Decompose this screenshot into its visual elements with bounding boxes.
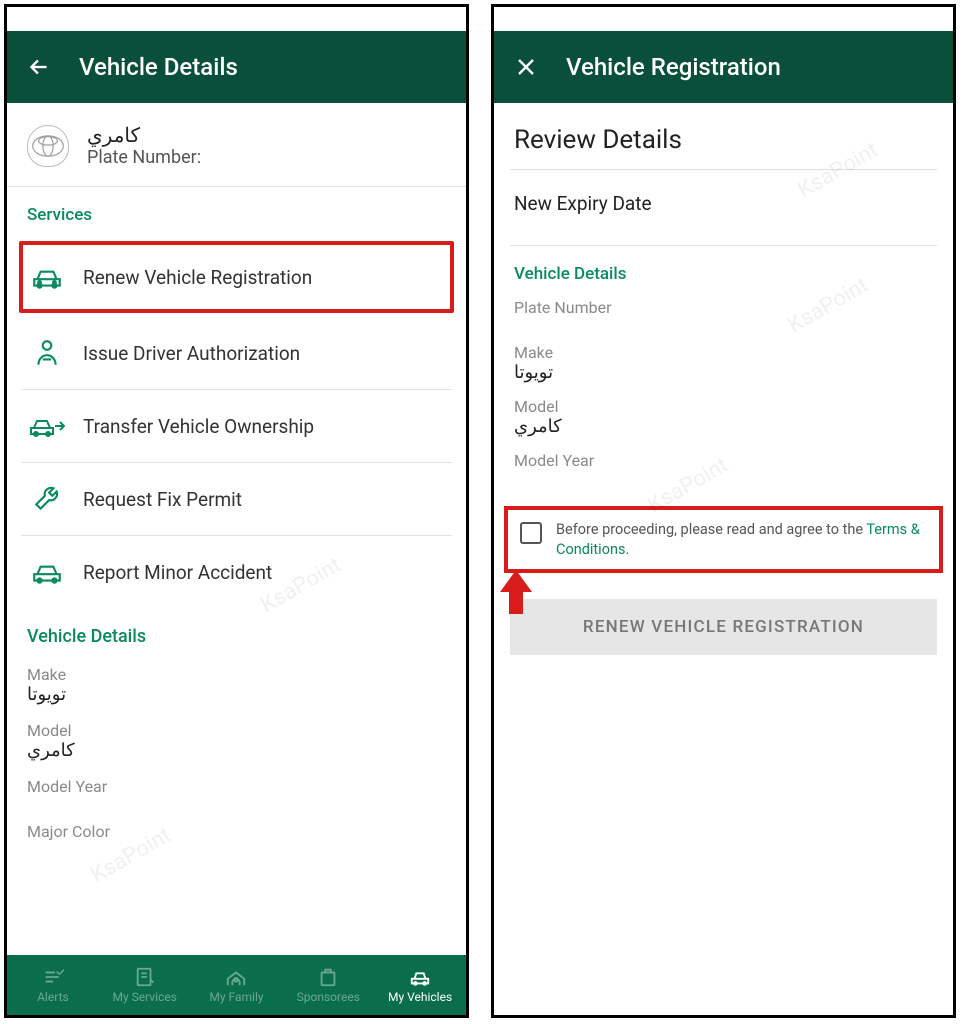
review-title: Review Details (494, 103, 953, 169)
service-label: Request Fix Permit (83, 488, 242, 511)
appbar-title: Vehicle Registration (566, 53, 781, 81)
make-value: تويوتا (27, 684, 446, 705)
service-driver-authorization[interactable]: Issue Driver Authorization (21, 317, 452, 390)
bottom-nav: Alerts My Services My Family Sponsorees … (7, 955, 466, 1015)
plate-label: Plate Number: (87, 147, 201, 168)
services-list: Renew Vehicle Registration Issue Driver … (7, 225, 466, 608)
major-color-label: Major Color (27, 822, 446, 841)
tab-label: Alerts (37, 990, 69, 1004)
terms-agreement: Before proceeding, please read and agree… (504, 506, 943, 573)
back-icon[interactable] (25, 53, 53, 81)
plate-label: Plate Number (514, 298, 933, 317)
service-label: Issue Driver Authorization (83, 342, 300, 365)
service-label: Report Minor Accident (83, 561, 272, 584)
content-area: كامري Plate Number: Services Renew Vehic… (7, 103, 466, 1015)
terms-suffix: . (625, 541, 629, 558)
screen-vehicle-details: Vehicle Details كامري Plate Number: Serv… (4, 4, 469, 1018)
details-header: Vehicle Details (514, 264, 933, 284)
content-area: Review Details New Expiry Date Vehicle D… (494, 103, 953, 1015)
screen-vehicle-registration: Vehicle Registration Review Details New … (491, 4, 956, 1018)
car-alert-icon (27, 556, 67, 588)
car-icon (27, 261, 67, 293)
model-year-label: Model Year (514, 451, 933, 470)
make-label: Make (27, 665, 446, 684)
service-label: Transfer Vehicle Ownership (83, 415, 314, 438)
service-fix-permit[interactable]: Request Fix Permit (21, 463, 452, 536)
make-label: Make (514, 343, 933, 362)
tab-alerts[interactable]: Alerts (7, 966, 99, 1004)
terms-text: Before proceeding, please read and agree… (556, 520, 927, 559)
model-label: Model (514, 397, 933, 416)
person-icon (27, 337, 67, 369)
service-transfer-ownership[interactable]: Transfer Vehicle Ownership (21, 390, 452, 463)
appbar: Vehicle Details (7, 31, 466, 103)
details-header: Vehicle Details (27, 626, 446, 647)
vehicle-header: كامري Plate Number: (7, 103, 466, 187)
car-arrow-icon (27, 410, 67, 442)
tab-label: My Family (209, 990, 263, 1004)
vehicle-details-block: Vehicle Details Make تويوتا Model كامري … (7, 608, 466, 847)
terms-prefix: Before proceeding, please read and agree… (556, 521, 866, 538)
vehicle-name-block: كامري Plate Number: (87, 123, 201, 168)
vehicle-details-block: Vehicle Details Plate Number Make تويوتا… (494, 246, 953, 470)
brand-logo-icon (27, 125, 69, 167)
tab-my-family[interactable]: My Family (191, 966, 283, 1004)
tab-label: My Vehicles (388, 990, 452, 1004)
tab-label: My Services (113, 990, 177, 1004)
renew-button[interactable]: RENEW VEHICLE REGISTRATION (510, 599, 937, 655)
tab-label: Sponsorees (297, 990, 360, 1004)
model-value: كامري (514, 416, 933, 437)
service-label: Renew Vehicle Registration (83, 266, 312, 289)
services-header: Services (7, 187, 466, 225)
wrench-icon (27, 483, 67, 515)
tab-my-vehicles[interactable]: My Vehicles (374, 966, 466, 1004)
tab-my-services[interactable]: My Services (99, 966, 191, 1004)
model-label: Model (27, 721, 446, 740)
close-icon[interactable] (512, 53, 540, 81)
expiry-label: New Expiry Date (494, 170, 953, 245)
appbar: Vehicle Registration (494, 31, 953, 103)
terms-checkbox[interactable] (520, 522, 542, 544)
model-year-label: Model Year (27, 777, 446, 796)
appbar-title: Vehicle Details (79, 53, 238, 81)
service-report-accident[interactable]: Report Minor Accident (21, 536, 452, 608)
service-renew-registration[interactable]: Renew Vehicle Registration (19, 241, 454, 313)
model-value: كامري (27, 740, 446, 761)
vehicle-name: كامري (87, 123, 201, 147)
make-value: تويوتا (514, 362, 933, 383)
tab-sponsorees[interactable]: Sponsorees (282, 966, 374, 1004)
